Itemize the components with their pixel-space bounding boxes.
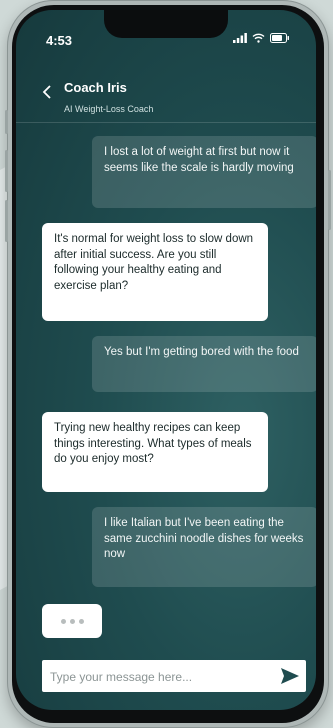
status-icons — [233, 33, 290, 43]
volume-up-button — [5, 150, 8, 192]
wifi-icon — [252, 33, 265, 43]
message-input[interactable] — [48, 660, 272, 694]
message-composer — [42, 660, 306, 694]
chevron-left-icon[interactable] — [38, 82, 58, 102]
chat-screen: 4:53 Coach Iris AI Weight-Loss Coach I l… — [16, 10, 316, 710]
typing-dot — [69, 618, 75, 624]
signal-icon — [233, 33, 247, 43]
status-time: 4:53 — [46, 33, 73, 48]
coach-message: Trying new healthy recipes can keep thin… — [42, 412, 268, 492]
typing-dot — [60, 618, 66, 624]
chat-header: Coach Iris AI Weight-Loss Coach — [16, 60, 316, 123]
coach-name: Coach Iris — [64, 80, 127, 95]
typing-dot — [78, 618, 84, 624]
status-bar: 4:53 — [16, 10, 316, 54]
typing-indicator — [42, 604, 102, 638]
user-message: Yes but I'm getting bored with the food — [92, 336, 316, 392]
coach-message: It's normal for weight loss to slow down… — [42, 223, 268, 321]
mute-switch — [5, 110, 8, 134]
volume-down-button — [5, 200, 8, 242]
coach-subtitle: AI Weight-Loss Coach — [64, 104, 154, 114]
user-message: I lost a lot of weight at first but now … — [92, 136, 316, 208]
user-message: I like Italian but I've been eating the … — [92, 507, 316, 587]
power-button — [328, 170, 331, 230]
battery-icon — [270, 33, 289, 43]
send-icon[interactable] — [280, 667, 300, 685]
